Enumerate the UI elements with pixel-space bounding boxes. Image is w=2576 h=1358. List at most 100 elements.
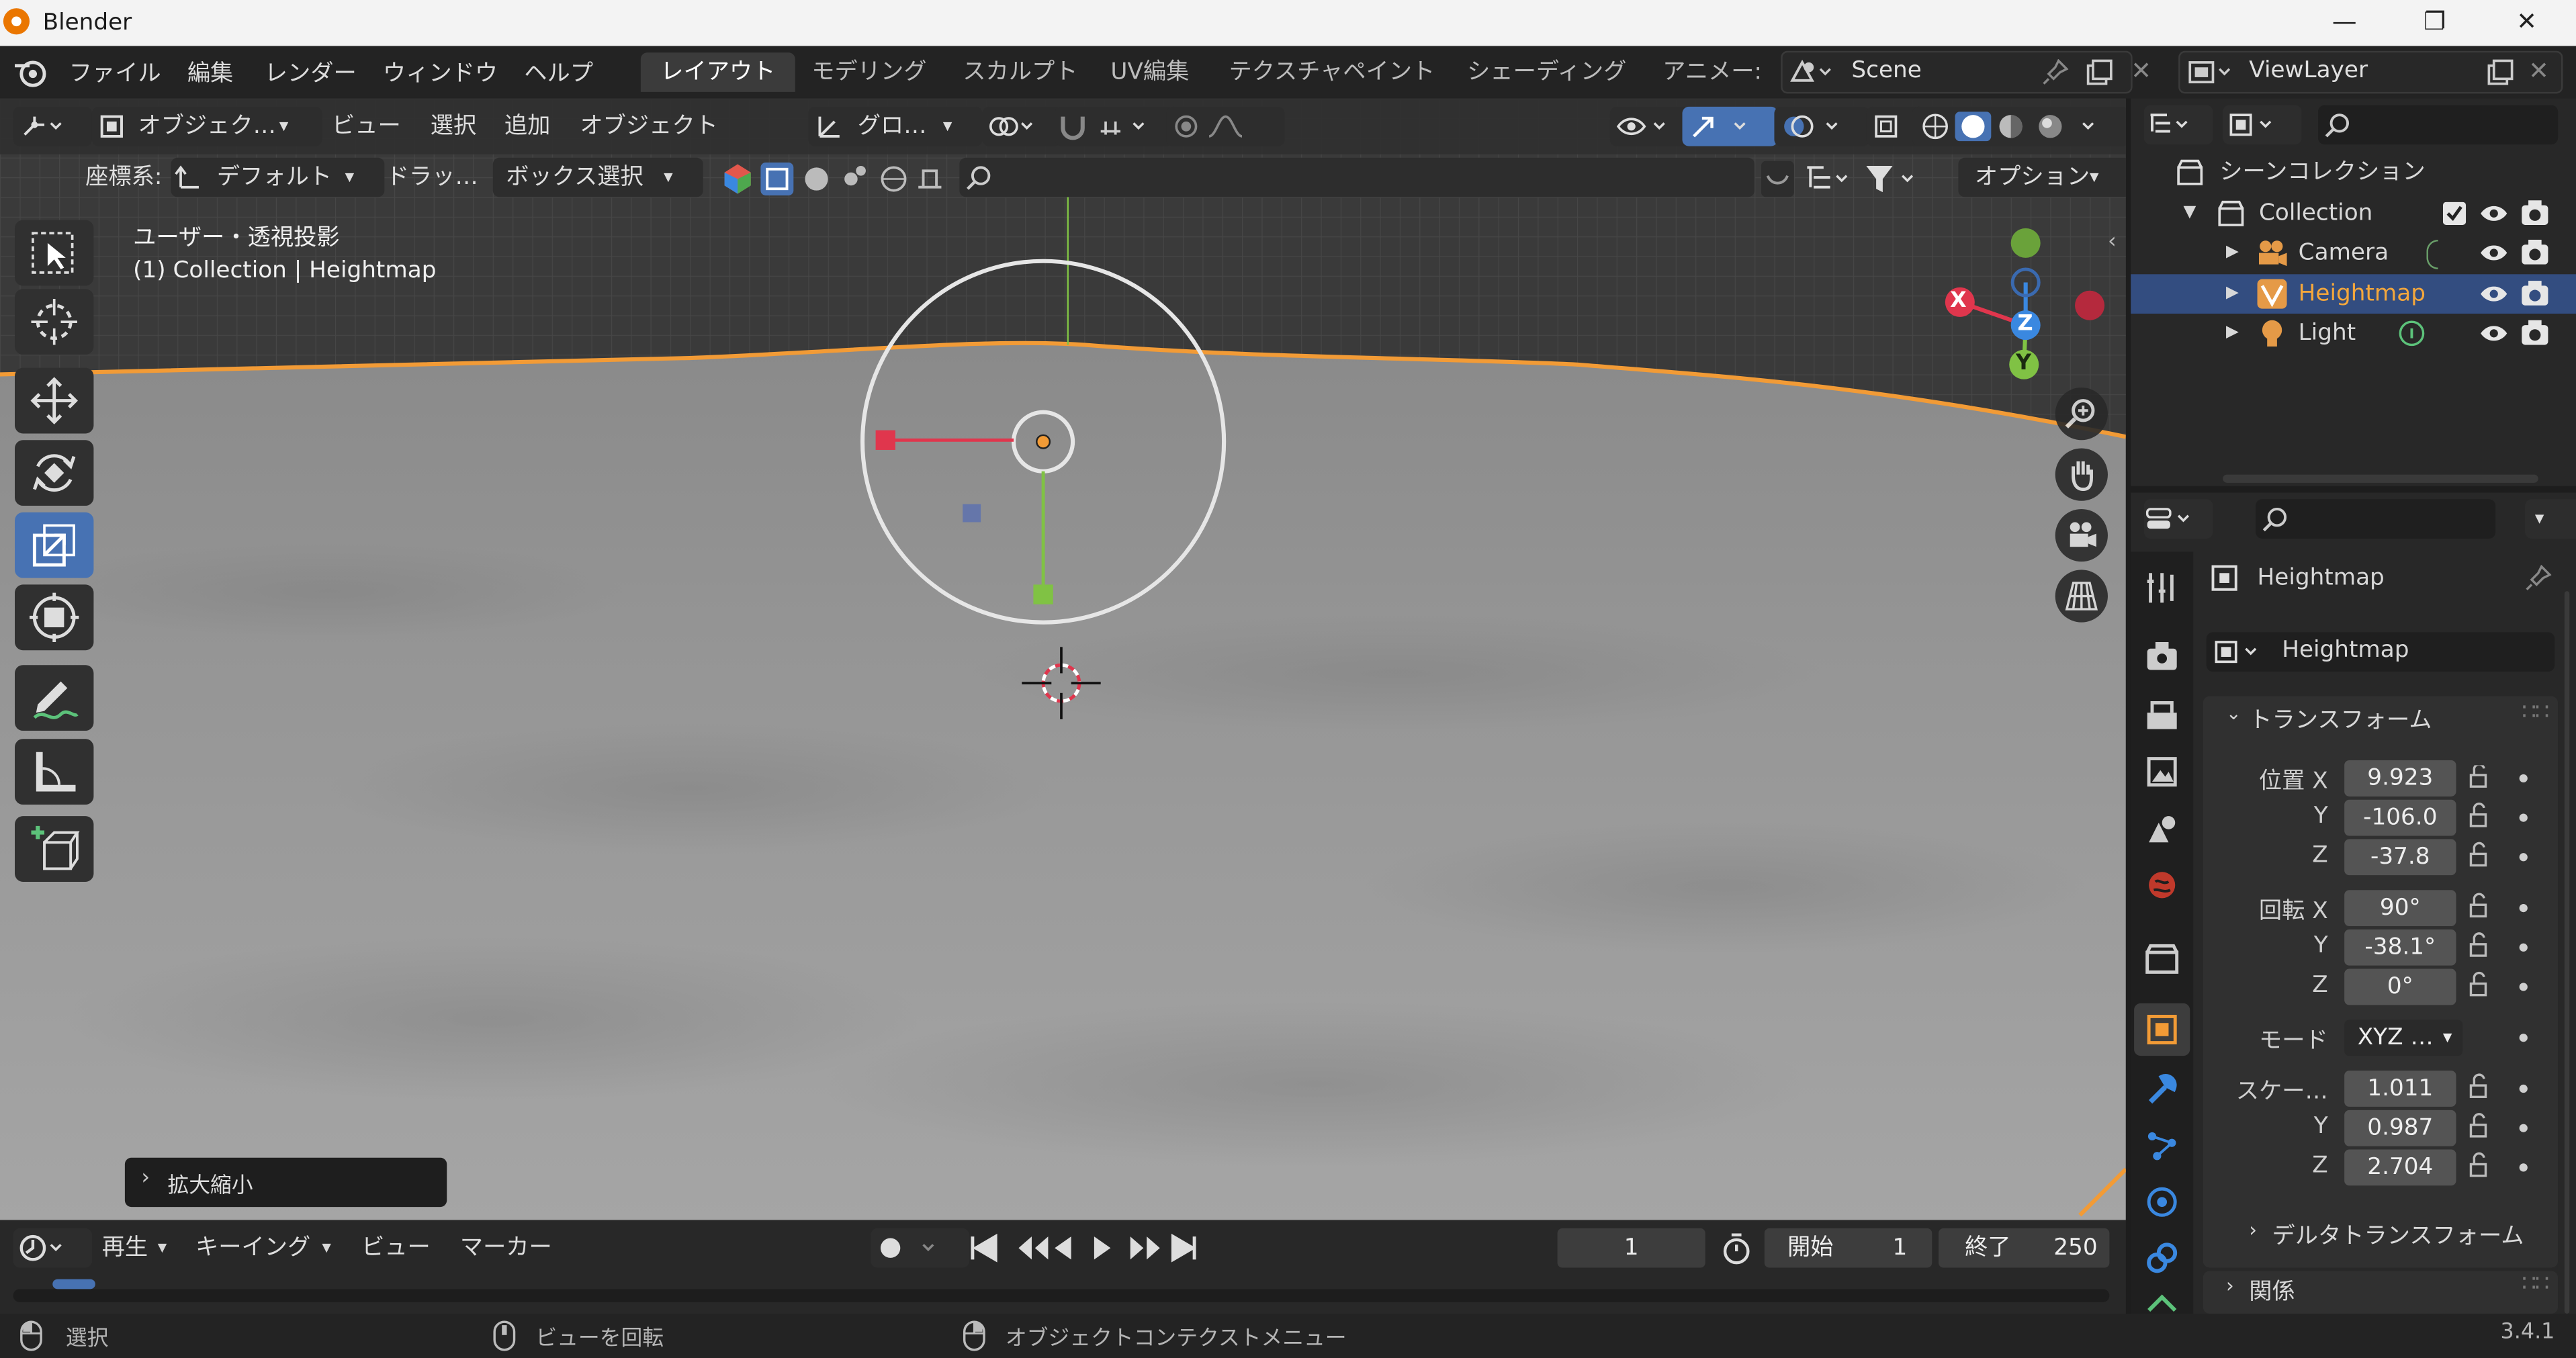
tool-move[interactable] bbox=[15, 367, 94, 434]
menu-window[interactable]: ウィンドウ bbox=[383, 56, 498, 89]
keyframe-dots[interactable] bbox=[2518, 772, 2528, 1182]
filter-controls[interactable] bbox=[1761, 161, 1932, 197]
sidebar-toggle-icon[interactable]: ‹ bbox=[2108, 230, 2117, 255]
outliner-scrollbar[interactable] bbox=[2223, 474, 2538, 483]
timeline-menu-view[interactable]: ビュー bbox=[361, 1228, 431, 1268]
pin-icon[interactable] bbox=[2525, 565, 2552, 591]
drag-handle-icon[interactable]: ∷∷ bbox=[2522, 1271, 2549, 1297]
gizmo-toggle[interactable] bbox=[1682, 106, 1778, 146]
menu-select[interactable]: 選択 bbox=[431, 107, 476, 146]
eye-icon[interactable] bbox=[2479, 281, 2509, 307]
object-name-field[interactable]: Heightmap bbox=[2206, 632, 2555, 672]
editor-type-button[interactable] bbox=[13, 106, 92, 146]
outliner-editor-type[interactable] bbox=[2143, 105, 2213, 145]
coordinate-system-dropdown[interactable]: デフォルト ▾ bbox=[171, 157, 385, 197]
tool-rotate[interactable] bbox=[15, 440, 94, 506]
eye-icon[interactable] bbox=[2479, 200, 2509, 226]
auto-keying-toggle[interactable] bbox=[871, 1228, 970, 1268]
outliner-collection[interactable]: ▼ Collection bbox=[2131, 194, 2576, 234]
delete-scene-icon[interactable]: ✕ bbox=[2131, 56, 2151, 85]
collection-tab-icon[interactable] bbox=[2142, 940, 2182, 979]
tool-add-cube[interactable] bbox=[15, 816, 94, 882]
viewport-search-input[interactable] bbox=[959, 157, 1755, 197]
expand-right-icon[interactable]: ▶ bbox=[2226, 314, 2239, 353]
scene-selector[interactable]: Scene bbox=[1781, 50, 2133, 94]
viewlayer-selector[interactable]: ViewLayer ✕ bbox=[2178, 50, 2563, 94]
tab-texture-paint[interactable]: テクスチャペイント bbox=[1209, 52, 1455, 92]
properties-scrollbar[interactable] bbox=[2564, 591, 2570, 1314]
properties-search-input[interactable] bbox=[2256, 499, 2496, 539]
rotation-mode-dropdown[interactable]: XYZ … ▾ bbox=[2344, 1020, 2463, 1056]
last-operator-panel[interactable]: › 拡大縮小 bbox=[124, 1157, 447, 1208]
tool-measure[interactable] bbox=[15, 739, 94, 805]
new-scene-icon[interactable] bbox=[2085, 58, 2115, 87]
camera-render-icon[interactable] bbox=[2520, 279, 2550, 309]
end-frame-field[interactable]: 終了 250 bbox=[1939, 1228, 2110, 1268]
mode-dropdown[interactable]: オブジェク… ▾ bbox=[91, 106, 322, 146]
location-x-field[interactable]: 9.923 bbox=[2344, 760, 2456, 797]
relations-header[interactable]: 関係 bbox=[2249, 1274, 2295, 1307]
outliner-item-light[interactable]: ▶ Light bbox=[2131, 314, 2576, 353]
scale-y-field[interactable]: 0.987 bbox=[2344, 1110, 2456, 1146]
gizmo-z-label[interactable]: Z bbox=[2017, 312, 2033, 337]
outliner-scene-collection[interactable]: シーンコレクション bbox=[2131, 152, 2576, 192]
display-mode-dropdown[interactable] bbox=[2223, 105, 2302, 145]
gizmo-y-label[interactable]: Y bbox=[2016, 351, 2031, 376]
menu-view[interactable]: ビュー bbox=[332, 107, 401, 146]
camera-render-icon[interactable] bbox=[2520, 238, 2550, 268]
expand-down-icon[interactable]: ⌄ bbox=[2226, 703, 2241, 724]
expand-right-icon[interactable]: › bbox=[2226, 1274, 2234, 1297]
perspective-toggle-button[interactable] bbox=[2055, 570, 2108, 623]
timeline-menu-keying[interactable]: キーイング bbox=[195, 1228, 310, 1268]
camera-view-button[interactable] bbox=[2055, 508, 2108, 562]
rotation-y-field[interactable]: -38.1° bbox=[2344, 929, 2456, 966]
timeline-menu-playback[interactable]: 再生 bbox=[102, 1228, 148, 1268]
zoom-button[interactable] bbox=[2055, 388, 2108, 441]
menu-help[interactable]: ヘルプ bbox=[524, 56, 593, 89]
current-frame-field[interactable]: 1 bbox=[1557, 1228, 1705, 1268]
shading-modes[interactable] bbox=[1912, 106, 2126, 146]
tab-animation[interactable]: アニメー: bbox=[1643, 52, 1782, 92]
drag-handle-icon[interactable]: ∷∷ bbox=[2522, 700, 2549, 726]
outliner-item-heightmap[interactable]: ▶ Heightmap bbox=[2131, 274, 2576, 314]
camera-render-icon[interactable] bbox=[2520, 318, 2550, 348]
rotation-x-field[interactable]: 90° bbox=[2344, 890, 2456, 926]
location-z-field[interactable]: -37.8 bbox=[2344, 839, 2456, 876]
pan-button[interactable] bbox=[2055, 448, 2108, 501]
rotation-z-field[interactable]: 0° bbox=[2344, 968, 2456, 1005]
menu-add[interactable]: 追加 bbox=[504, 107, 550, 146]
tool-scale[interactable] bbox=[15, 512, 94, 578]
checkbox-icon[interactable] bbox=[2442, 201, 2467, 225]
modifier-tab-icon[interactable] bbox=[2142, 1071, 2182, 1110]
minimize-button[interactable]: — bbox=[2307, 3, 2383, 43]
tool-select-box[interactable] bbox=[15, 220, 94, 286]
object-tab-active[interactable] bbox=[2134, 1003, 2190, 1056]
snap-controls[interactable] bbox=[1055, 106, 1173, 146]
pivot-point-dropdown[interactable] bbox=[982, 106, 1061, 146]
delete-viewlayer-icon[interactable]: ✕ bbox=[2528, 56, 2549, 85]
particles-tab-icon[interactable] bbox=[2142, 1126, 2182, 1166]
menu-edit[interactable]: 編集 bbox=[187, 56, 233, 89]
lock-icons[interactable] bbox=[2469, 765, 2492, 1189]
expand-right-icon[interactable]: › bbox=[2249, 1218, 2257, 1241]
properties-editor-type[interactable] bbox=[2143, 499, 2213, 539]
stopwatch-icon[interactable] bbox=[1718, 1232, 1755, 1268]
timeline-editor-type[interactable] bbox=[13, 1228, 92, 1268]
tool-annotate[interactable] bbox=[15, 665, 94, 731]
new-viewlayer-icon[interactable] bbox=[2485, 58, 2515, 87]
render-tab-icon[interactable] bbox=[2142, 637, 2182, 677]
outliner-search-input[interactable] bbox=[2318, 105, 2559, 145]
object-type-filter-icons[interactable] bbox=[719, 161, 966, 197]
drag-dropdown[interactable]: ボックス選択 ▾ bbox=[492, 157, 703, 197]
properties-options-dropdown[interactable]: ▾ bbox=[2525, 499, 2576, 539]
scale-z-field[interactable]: 2.704 bbox=[2344, 1149, 2456, 1186]
constraints-tab-icon[interactable] bbox=[2142, 1238, 2182, 1278]
delta-transform-header[interactable]: デルタトランスフォーム bbox=[2272, 1218, 2524, 1251]
expand-right-icon[interactable]: ▶ bbox=[2226, 233, 2239, 273]
playback-controls[interactable] bbox=[963, 1230, 1209, 1266]
expand-right-icon[interactable]: ▶ bbox=[2226, 274, 2239, 314]
proportional-editing[interactable] bbox=[1166, 106, 1285, 146]
tool-transform[interactable] bbox=[15, 584, 94, 651]
scale-x-field[interactable]: 1.011 bbox=[2344, 1071, 2456, 1107]
tool-tab-icon[interactable] bbox=[2142, 568, 2182, 608]
